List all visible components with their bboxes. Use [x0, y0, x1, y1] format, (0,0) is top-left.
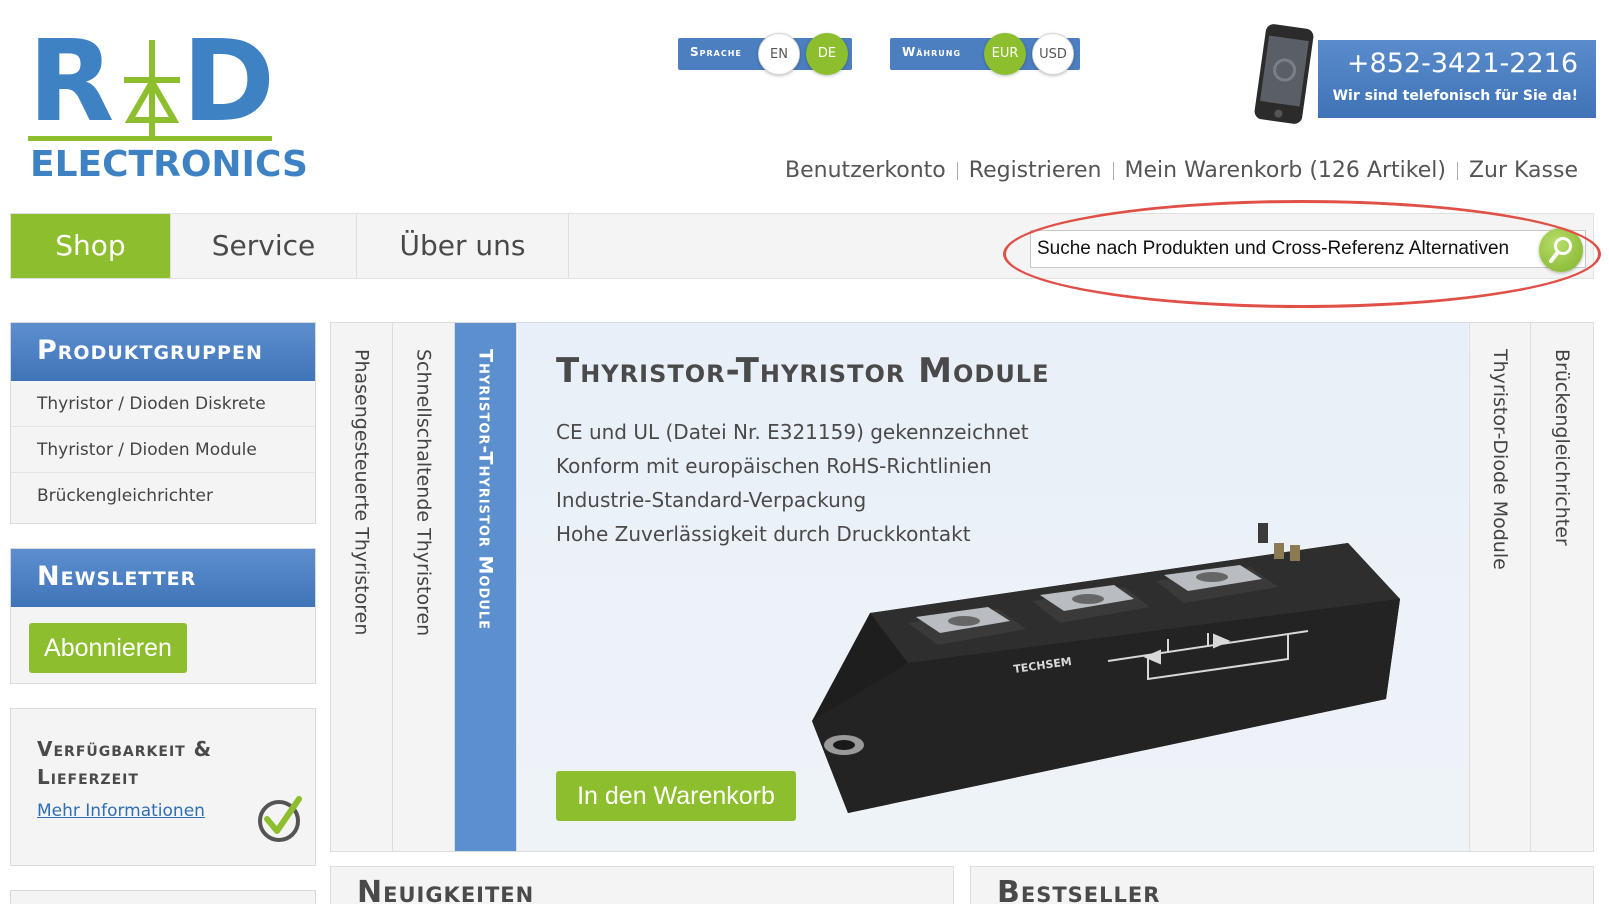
newsletter-title: Newsletter — [11, 549, 315, 607]
product-slider: Phasengesteuerte Thyristoren Schnellscha… — [330, 322, 1594, 852]
language-option-de[interactable]: DE — [806, 33, 848, 75]
phone-subtitle: Wir sind telefonisch für Sie da! — [1332, 88, 1578, 104]
feature-item: Industrie-Standard-Verpackung — [556, 488, 867, 512]
nav-tab-service[interactable]: Service — [171, 214, 357, 278]
cart-link[interactable]: Mein Warenkorb (126 Artikel) — [1125, 158, 1446, 183]
account-links: Benutzerkonto Registrieren Mein Warenkor… — [785, 158, 1578, 183]
nav-tab-shop[interactable]: Shop — [11, 214, 171, 278]
slider-tab-thyristor-diode[interactable]: Thyristor-Diode Module — [1469, 323, 1531, 851]
smartphone-icon — [1254, 24, 1314, 124]
bestseller-section: Bestseller — [970, 866, 1594, 904]
logo[interactable]: R D ELECTRONICS — [28, 17, 308, 186]
checkmark-icon — [258, 796, 302, 842]
add-to-cart-button[interactable]: In den Warenkorb — [556, 771, 796, 821]
language-option-en[interactable]: EN — [758, 33, 800, 75]
newsletter-box: Newsletter Abonnieren — [10, 548, 316, 684]
search-input[interactable] — [1031, 231, 1531, 267]
currency-label: Währung — [902, 45, 962, 59]
currency-option-usd[interactable]: USD — [1032, 33, 1074, 75]
link-separator — [1112, 161, 1114, 180]
contact-box[interactable]: +852-3421-2216 Wir sind telefonisch für … — [1318, 40, 1596, 118]
availability-title: Verfügbarkeit & Lieferzeit — [37, 735, 212, 791]
slider-tab-label: Thyristor-Diode Module — [1489, 349, 1511, 570]
currency-switcher: Währung EUR USD — [890, 33, 1080, 75]
availability-title-line2: Lieferzeit — [37, 765, 139, 789]
product-groups-box: Produktgruppen Thyristor / Dioden Diskre… — [10, 322, 316, 524]
slide-content: Thyristor-Thyristor Module CE und UL (Da… — [518, 323, 1468, 851]
slider-tab-label: Schnellschaltende Thyristoren — [412, 349, 435, 637]
language-label: Sprache — [690, 45, 742, 59]
register-link[interactable]: Registrieren — [969, 158, 1102, 183]
product-groups-title: Produktgruppen — [11, 323, 315, 381]
availability-title-line1: Verfügbarkeit & — [37, 737, 213, 761]
more-info-link[interactable]: Mehr Informationen — [37, 801, 205, 821]
news-section: Neuigkeiten — [330, 866, 954, 904]
logo-divider — [28, 136, 272, 141]
slide-title: Thyristor-Thyristor Module — [556, 351, 1050, 391]
product-group-item[interactable]: Brückengleichrichter — [11, 473, 315, 519]
slider-tab-label: Brückengleichrichter — [1551, 349, 1573, 546]
slider-tab-thyristor-thyristor[interactable]: Thyristor-Thyristor Module — [455, 323, 517, 851]
sidebar-next-box — [10, 890, 316, 904]
language-switcher: Sprache EN DE — [678, 33, 852, 75]
feature-item: CE und UL (Datei Nr. E321159) gekennzeic… — [556, 420, 1029, 444]
product-group-item[interactable]: Thyristor / Dioden Diskrete — [11, 381, 315, 427]
availability-box: Verfügbarkeit & Lieferzeit Mehr Informat… — [10, 708, 316, 866]
bestseller-title: Bestseller — [997, 875, 1161, 904]
slider-tab-bridge-rectifier[interactable]: Brückengleichrichter — [1531, 323, 1593, 851]
news-title: Neuigkeiten — [357, 875, 535, 904]
search-icon — [1549, 237, 1572, 263]
account-link[interactable]: Benutzerkonto — [785, 158, 946, 183]
search-button[interactable] — [1539, 228, 1583, 272]
slider-tab-label: Thyristor-Thyristor Module — [474, 349, 497, 630]
slider-tab-label: Phasengesteuerte Thyristoren — [350, 349, 373, 636]
logo-letter-r: R — [28, 17, 114, 147]
feature-item: Konform mit europäischen RoHS-Richtlinie… — [556, 454, 992, 478]
checkout-link[interactable]: Zur Kasse — [1469, 158, 1578, 183]
product-group-item[interactable]: Thyristor / Dioden Module — [11, 427, 315, 473]
thyristor-module-image: TECHSEM — [812, 523, 1400, 813]
currency-option-eur[interactable]: EUR — [984, 33, 1026, 75]
thyristor-symbol-icon — [124, 40, 180, 136]
logo-letter-d: D — [182, 17, 275, 147]
subscribe-button[interactable]: Abonnieren — [29, 623, 187, 673]
slider-tab-fast-switching[interactable]: Schnellschaltende Thyristoren — [393, 323, 455, 851]
link-separator — [1456, 161, 1458, 180]
logo-subtitle: ELECTRONICS — [30, 144, 308, 185]
link-separator — [956, 161, 958, 180]
search-box — [1030, 228, 1586, 272]
nav-tab-about[interactable]: Über uns — [357, 214, 569, 278]
phone-number[interactable]: +852-3421-2216 — [1347, 48, 1578, 79]
slider-tab-phase-controlled[interactable]: Phasengesteuerte Thyristoren — [331, 323, 393, 851]
